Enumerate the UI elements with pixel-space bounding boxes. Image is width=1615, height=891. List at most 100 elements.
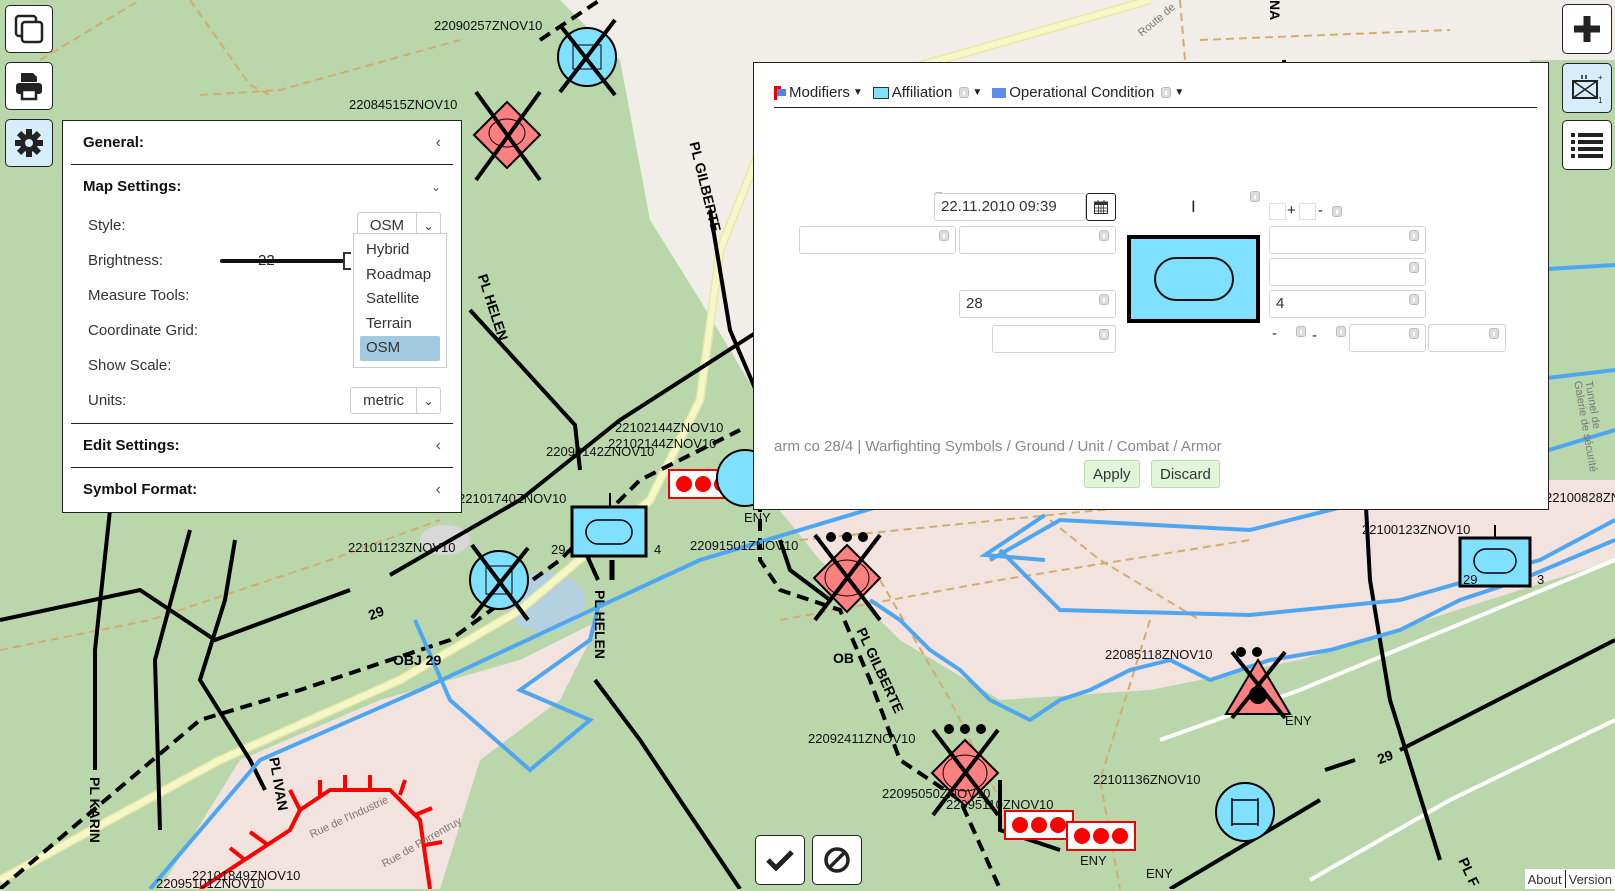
operational-condition-label: Operational Condition (1009, 84, 1155, 101)
style-option-osm[interactable]: OSM (360, 336, 440, 361)
units-select[interactable]: metric ⌄ (350, 387, 441, 414)
chevron-left-icon: ‹ (435, 436, 441, 454)
style-option-roadmap[interactable]: Roadmap (360, 263, 440, 288)
symbol-path-text: arm co 28/4 | Warfighting Symbols / Grou… (774, 438, 1222, 455)
section-map-settings[interactable]: Map Settings: ⌄ (63, 165, 461, 208)
dtg-label: 22084515ZNOV10 (349, 97, 458, 112)
chevron-down-icon: ⌄ (430, 179, 441, 194)
modifier-field-right-bottom-2[interactable] (1428, 324, 1506, 352)
info-icon[interactable] (1099, 294, 1109, 305)
info-icon[interactable] (1336, 326, 1346, 337)
control-measure-label: OBJ 29 (393, 652, 442, 668)
unit-modifier-label: 29 (1463, 572, 1478, 587)
cancel-icon (824, 847, 850, 873)
brightness-slider-thumb[interactable] (343, 252, 351, 270)
modifier-field-left-1[interactable] (799, 226, 956, 254)
style-dropdown-list: Hybrid Roadmap Satellite Terrain OSM (353, 233, 447, 368)
dtg-label: 22100828ZNOV10 (1545, 490, 1615, 505)
modifiers-menu[interactable]: Modifiers ▼ (774, 84, 863, 101)
hostile-unit-destroyed-2[interactable] (812, 532, 882, 622)
coordinate-grid-label: Coordinate Grid: (88, 322, 199, 339)
modifier-field-left-2[interactable] (959, 226, 1116, 254)
measure-tools-label: Measure Tools: (88, 287, 190, 304)
operational-condition-icon (992, 87, 1007, 98)
friendly-unit-3[interactable] (1215, 782, 1275, 842)
info-icon[interactable] (1409, 294, 1419, 305)
settings-button[interactable] (5, 119, 53, 167)
symbol-preview (1127, 235, 1260, 323)
minus-label: - (1318, 202, 1323, 219)
dtg-label: 22085118ZNOV10 (1105, 647, 1213, 662)
info-icon[interactable] (1409, 230, 1419, 241)
hostile-unit-destroyed-1[interactable] (472, 90, 542, 182)
confirm-button[interactable] (755, 835, 805, 885)
section-symbol-format-title: Symbol Format: (83, 481, 198, 498)
modifier-field-right-2[interactable] (1269, 258, 1426, 286)
copy-layers-button[interactable] (5, 5, 53, 53)
section-general-title: General: (83, 134, 144, 151)
control-measure-label: NA (1267, 0, 1283, 21)
cancel-button[interactable] (812, 835, 862, 885)
info-icon[interactable] (1332, 206, 1342, 217)
brightness-slider-track[interactable] (220, 259, 345, 263)
info-icon[interactable] (1409, 262, 1419, 273)
control-measure-label: PL HELEN (592, 590, 608, 659)
version-link[interactable]: Version (1566, 872, 1615, 887)
style-option-terrain[interactable]: Terrain (360, 312, 440, 337)
print-button[interactable] (5, 62, 53, 110)
friendly-unit-destroyed-1[interactable] (557, 18, 617, 97)
plus-icon (1574, 16, 1600, 42)
dtg-label: 22090257ZNOV10 (434, 18, 543, 33)
info-icon[interactable] (1099, 329, 1109, 340)
dtg-label: 22101136ZNOV10 (1093, 772, 1201, 787)
caret-down-icon: ▼ (852, 87, 863, 98)
friendly-unit-destroyed-2[interactable] (469, 543, 530, 622)
section-general[interactable]: General: ‹ (63, 121, 461, 164)
modifier-field-right-mid[interactable]: 4 (1269, 290, 1426, 318)
brightness-label: Brightness: (88, 252, 164, 269)
style-option-satellite[interactable]: Satellite (360, 287, 440, 312)
dash-label-1: - (1272, 325, 1277, 342)
info-icon[interactable] (939, 230, 949, 241)
info-icon[interactable] (1489, 328, 1499, 339)
modifier-field-left-mid[interactable]: 28 (959, 290, 1116, 318)
add-button[interactable] (1562, 4, 1612, 54)
calendar-button[interactable] (1086, 193, 1116, 221)
unit-modifier-label: ENY (744, 510, 771, 525)
modifier-field-right-1[interactable] (1269, 226, 1426, 254)
obstacle-marker-3[interactable] (1066, 821, 1136, 851)
section-symbol-format[interactable]: Symbol Format: ‹ (63, 468, 461, 511)
modifier-field-right-bottom-1[interactable] (1349, 324, 1426, 352)
dash-label-2: - (1312, 327, 1317, 344)
modifiers-label: Modifiers (789, 84, 850, 101)
info-icon[interactable] (959, 87, 970, 98)
datetime-field[interactable]: 22.11.2010 09:39 (934, 193, 1086, 221)
section-edit-settings[interactable]: Edit Settings: ‹ (63, 424, 461, 467)
about-link[interactable]: About (1525, 872, 1565, 887)
discard-button[interactable]: Discard (1151, 460, 1220, 488)
unit-symbol-icon: + 1 (1572, 73, 1603, 104)
info-icon[interactable] (1099, 230, 1109, 241)
info-icon[interactable] (1409, 328, 1419, 339)
armor-oval-icon (1154, 257, 1234, 301)
calendar-icon (1094, 200, 1108, 214)
operational-condition-menu[interactable]: Operational Condition ▼ (992, 84, 1184, 101)
affiliation-menu[interactable]: Affiliation ▼ (872, 84, 983, 101)
chevron-left-icon: ‹ (435, 133, 441, 151)
obstacle-marker-2[interactable] (1004, 810, 1074, 840)
plus-box[interactable] (1269, 203, 1286, 220)
unit-modifier-label: ENY (1285, 713, 1312, 728)
caret-down-icon: ▼ (972, 87, 983, 98)
info-icon[interactable] (1250, 191, 1260, 202)
info-icon[interactable] (1296, 326, 1306, 337)
list-button[interactable] (1562, 120, 1612, 170)
style-option-hybrid[interactable]: Hybrid (360, 238, 440, 263)
modifier-field-left-bottom[interactable] (992, 325, 1116, 353)
info-icon[interactable] (1161, 87, 1172, 98)
unit-modifier-label: 3 (1537, 572, 1545, 587)
symbol-button[interactable]: + 1 (1562, 63, 1612, 113)
svg-text:1: 1 (1598, 96, 1603, 104)
minus-box[interactable] (1299, 203, 1316, 220)
apply-button[interactable]: Apply (1084, 460, 1140, 488)
echelon-label: I (1191, 197, 1196, 216)
